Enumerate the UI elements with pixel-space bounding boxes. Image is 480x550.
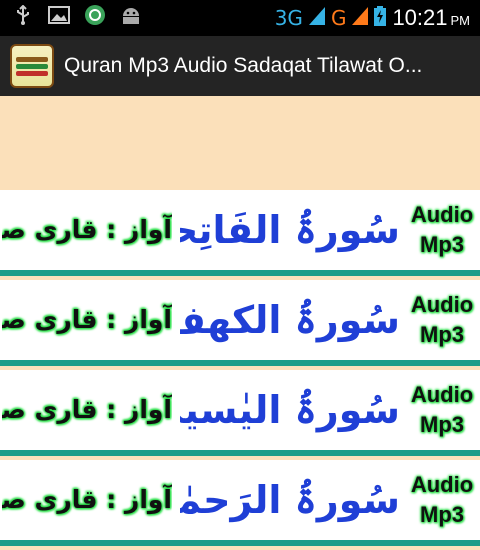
audio-mp3-badge: Audio Mp3 (410, 196, 474, 264)
surah-name: سُورۃُ الکھف (180, 298, 400, 342)
network-g-label: G (330, 6, 347, 30)
reciter-label: آواز : قاری صداقت علی (2, 305, 172, 334)
status-indicators: 3G G 10:21 PM (275, 0, 470, 36)
audio-mp3-badge: Audio Mp3 (410, 286, 474, 354)
status-bar: 3G G 10:21 PM (0, 0, 480, 36)
signal-icon (352, 7, 369, 29)
badge-line1: Audio (410, 292, 474, 317)
badge-line1: Audio (410, 202, 474, 227)
notification-icons (12, 4, 142, 26)
sync-icon (84, 4, 106, 26)
app-bar: Quran Mp3 Audio Sadaqat Tilawat O... (0, 36, 480, 96)
network-3g-label: 3G (274, 6, 303, 30)
surah-list: آواز : قاری صداقت علی سُورۃُ الفَاتِحہ A… (0, 190, 480, 550)
signal-icon (308, 7, 325, 29)
surah-row-rahman[interactable]: آواز : قاری صداقت علی سُورۃُ الرَحمٰن Au… (0, 460, 480, 546)
badge-line2: Mp3 (420, 232, 464, 257)
android-icon (120, 4, 142, 26)
app-logo-icon[interactable] (10, 44, 54, 88)
audio-mp3-badge: Audio Mp3 (410, 376, 474, 444)
clock: 10:21 PM (392, 5, 470, 31)
reciter-label: آواز : قاری صداقت علی (2, 215, 172, 244)
badge-line2: Mp3 (420, 412, 464, 437)
surah-row-yasin[interactable]: آواز : قاری صداقت علی سُورۃُ الیٰسین Aud… (0, 370, 480, 456)
battery-charging-icon (374, 6, 387, 30)
surah-name: سُورۃُ الفَاتِحہ (180, 208, 400, 252)
clock-ampm: PM (450, 13, 471, 28)
badge-line2: Mp3 (420, 502, 464, 527)
reciter-label: آواز : قاری صداقت علی (2, 485, 172, 514)
app-title: Quran Mp3 Audio Sadaqat Tilawat O... (64, 54, 423, 77)
badge-line1: Audio (410, 382, 474, 407)
surah-name: سُورۃُ الیٰسین (180, 388, 400, 432)
image-icon (48, 4, 70, 26)
surah-row-fatiha[interactable]: آواز : قاری صداقت علی سُورۃُ الفَاتِحہ A… (0, 190, 480, 276)
surah-name: سُورۃُ الرَحمٰن (180, 478, 400, 522)
audio-mp3-badge: Audio Mp3 (410, 466, 474, 534)
usb-icon (12, 4, 34, 26)
reciter-label: آواز : قاری صداقت علی (2, 395, 172, 424)
badge-line1: Audio (410, 472, 474, 497)
clock-time: 10:21 (392, 5, 448, 30)
badge-line2: Mp3 (420, 322, 464, 347)
surah-row-kahf[interactable]: آواز : قاری صداقت علی سُورۃُ الکھف Audio… (0, 280, 480, 366)
